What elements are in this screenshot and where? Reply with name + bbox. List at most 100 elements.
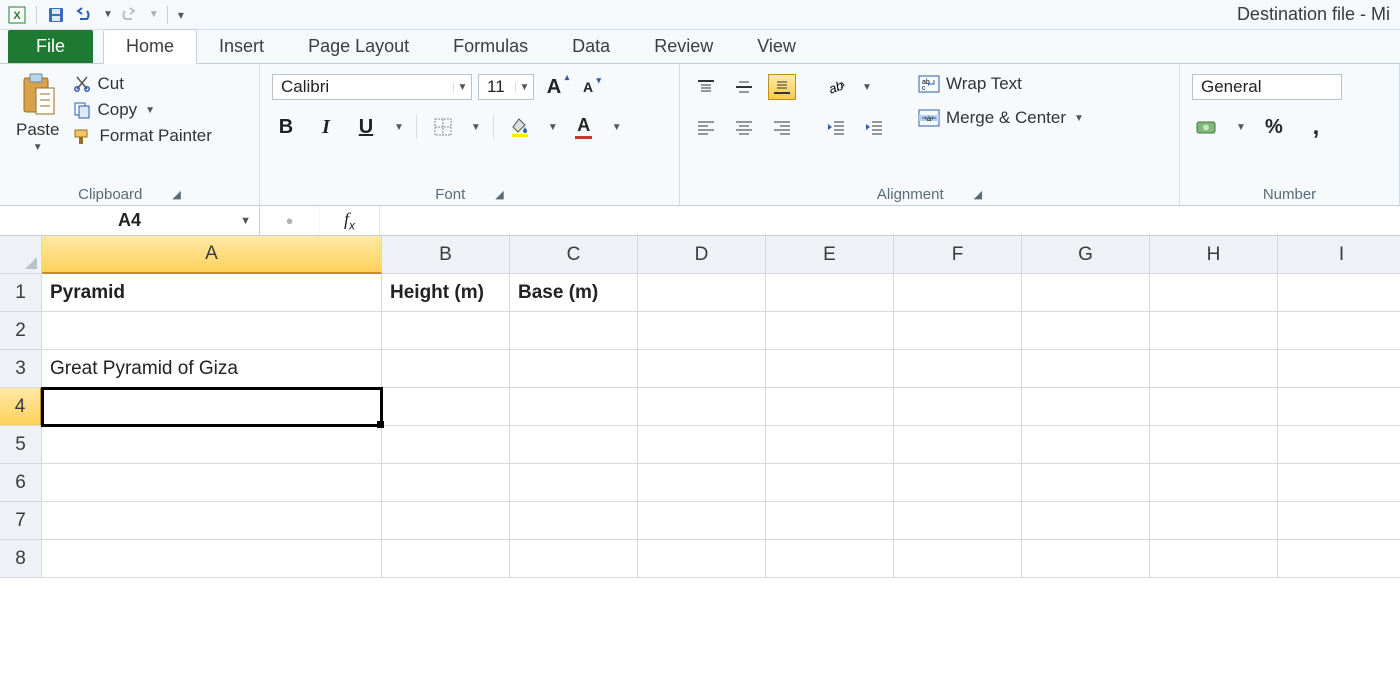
italic-button[interactable]: I xyxy=(312,114,340,140)
cell-A1[interactable]: Pyramid xyxy=(42,274,382,312)
column-header-B[interactable]: B xyxy=(382,236,510,274)
cell-G4[interactable] xyxy=(1022,388,1150,426)
cell-B4[interactable] xyxy=(382,388,510,426)
cell-F4[interactable] xyxy=(894,388,1022,426)
cell-A3[interactable]: Great Pyramid of Giza xyxy=(42,350,382,388)
shrink-font-button[interactable]: A▾ xyxy=(574,74,602,100)
cell-F2[interactable] xyxy=(894,312,1022,350)
align-bottom-button[interactable] xyxy=(768,74,796,100)
cell-I3[interactable] xyxy=(1278,350,1400,388)
cell-C8[interactable] xyxy=(510,540,638,578)
tab-formulas[interactable]: Formulas xyxy=(431,30,550,63)
font-color-button[interactable]: A xyxy=(570,114,598,140)
cell-F6[interactable] xyxy=(894,464,1022,502)
cell-G2[interactable] xyxy=(1022,312,1150,350)
font-name-combo[interactable]: Calibri ▼ xyxy=(272,74,472,100)
cell-I2[interactable] xyxy=(1278,312,1400,350)
copy-button[interactable]: Copy ▼ xyxy=(73,100,211,120)
fill-color-button[interactable] xyxy=(506,114,534,140)
insert-function-button[interactable]: fx xyxy=(320,206,380,235)
increase-indent-button[interactable] xyxy=(860,114,888,140)
qat-customize[interactable]: ▾ xyxy=(178,8,184,22)
tab-data[interactable]: Data xyxy=(550,30,632,63)
row-header-5[interactable]: 5 xyxy=(0,426,42,464)
cell-F5[interactable] xyxy=(894,426,1022,464)
cell-D2[interactable] xyxy=(638,312,766,350)
cell-E2[interactable] xyxy=(766,312,894,350)
cell-E7[interactable] xyxy=(766,502,894,540)
wrap-text-button[interactable]: abc Wrap Text xyxy=(918,74,1084,94)
cell-A4[interactable] xyxy=(42,388,382,426)
cell-B8[interactable] xyxy=(382,540,510,578)
decrease-indent-button[interactable] xyxy=(822,114,850,140)
row-header-1[interactable]: 1 xyxy=(0,274,42,312)
column-header-F[interactable]: F xyxy=(894,236,1022,274)
align-left-button[interactable] xyxy=(692,114,720,140)
number-format-combo[interactable]: General xyxy=(1192,74,1342,100)
font-color-dropdown[interactable]: ▼ xyxy=(612,122,622,133)
borders-button[interactable] xyxy=(429,114,457,140)
cell-E3[interactable] xyxy=(766,350,894,388)
cell-F7[interactable] xyxy=(894,502,1022,540)
row-header-3[interactable]: 3 xyxy=(0,350,42,388)
cell-D5[interactable] xyxy=(638,426,766,464)
cell-I6[interactable] xyxy=(1278,464,1400,502)
cell-E5[interactable] xyxy=(766,426,894,464)
cell-D3[interactable] xyxy=(638,350,766,388)
comma-style-button[interactable]: , xyxy=(1302,114,1330,140)
cell-H8[interactable] xyxy=(1150,540,1278,578)
cell-H5[interactable] xyxy=(1150,426,1278,464)
cell-H3[interactable] xyxy=(1150,350,1278,388)
column-header-H[interactable]: H xyxy=(1150,236,1278,274)
formula-input[interactable] xyxy=(380,206,1400,235)
cell-B5[interactable] xyxy=(382,426,510,464)
cell-B7[interactable] xyxy=(382,502,510,540)
merge-center-button[interactable]: a Merge & Center ▼ xyxy=(918,108,1084,128)
font-size-combo[interactable]: 11 ▼ xyxy=(478,74,534,100)
redo-dropdown[interactable]: ▼ xyxy=(149,9,159,20)
cell-D1[interactable] xyxy=(638,274,766,312)
cell-B6[interactable] xyxy=(382,464,510,502)
cell-D8[interactable] xyxy=(638,540,766,578)
paste-button[interactable]: Paste ▼ xyxy=(12,70,63,155)
save-button[interactable] xyxy=(45,4,67,26)
column-header-E[interactable]: E xyxy=(766,236,894,274)
underline-button[interactable]: U xyxy=(352,114,380,140)
format-painter-button[interactable]: Format Painter xyxy=(73,126,211,146)
cut-button[interactable]: Cut xyxy=(73,74,211,94)
row-header-6[interactable]: 6 xyxy=(0,464,42,502)
cell-G7[interactable] xyxy=(1022,502,1150,540)
underline-dropdown[interactable]: ▼ xyxy=(394,122,404,133)
row-header-4[interactable]: 4 xyxy=(0,388,42,426)
alignment-dialog-launcher[interactable]: ◢ xyxy=(974,188,982,201)
cell-G1[interactable] xyxy=(1022,274,1150,312)
font-dialog-launcher[interactable]: ◢ xyxy=(495,188,503,201)
cell-C5[interactable] xyxy=(510,426,638,464)
redo-button[interactable] xyxy=(119,4,141,26)
cell-F8[interactable] xyxy=(894,540,1022,578)
cell-I5[interactable] xyxy=(1278,426,1400,464)
column-header-I[interactable]: I xyxy=(1278,236,1400,274)
row-header-7[interactable]: 7 xyxy=(0,502,42,540)
tab-review[interactable]: Review xyxy=(632,30,735,63)
cell-E4[interactable] xyxy=(766,388,894,426)
cell-I4[interactable] xyxy=(1278,388,1400,426)
column-header-A[interactable]: A xyxy=(42,236,382,274)
cell-G8[interactable] xyxy=(1022,540,1150,578)
cell-A5[interactable] xyxy=(42,426,382,464)
fill-color-dropdown[interactable]: ▼ xyxy=(548,122,558,133)
clipboard-dialog-launcher[interactable]: ◢ xyxy=(172,188,180,201)
cell-E1[interactable] xyxy=(766,274,894,312)
orientation-button[interactable]: ab xyxy=(822,74,850,100)
bold-button[interactable]: B xyxy=(272,114,300,140)
cell-D4[interactable] xyxy=(638,388,766,426)
cell-I1[interactable] xyxy=(1278,274,1400,312)
column-header-G[interactable]: G xyxy=(1022,236,1150,274)
align-top-button[interactable] xyxy=(692,74,720,100)
row-header-2[interactable]: 2 xyxy=(0,312,42,350)
cell-C7[interactable] xyxy=(510,502,638,540)
cancel-formula-button[interactable]: ● xyxy=(260,206,320,235)
cell-D7[interactable] xyxy=(638,502,766,540)
orientation-dropdown[interactable]: ▼ xyxy=(862,82,872,93)
cell-F1[interactable] xyxy=(894,274,1022,312)
